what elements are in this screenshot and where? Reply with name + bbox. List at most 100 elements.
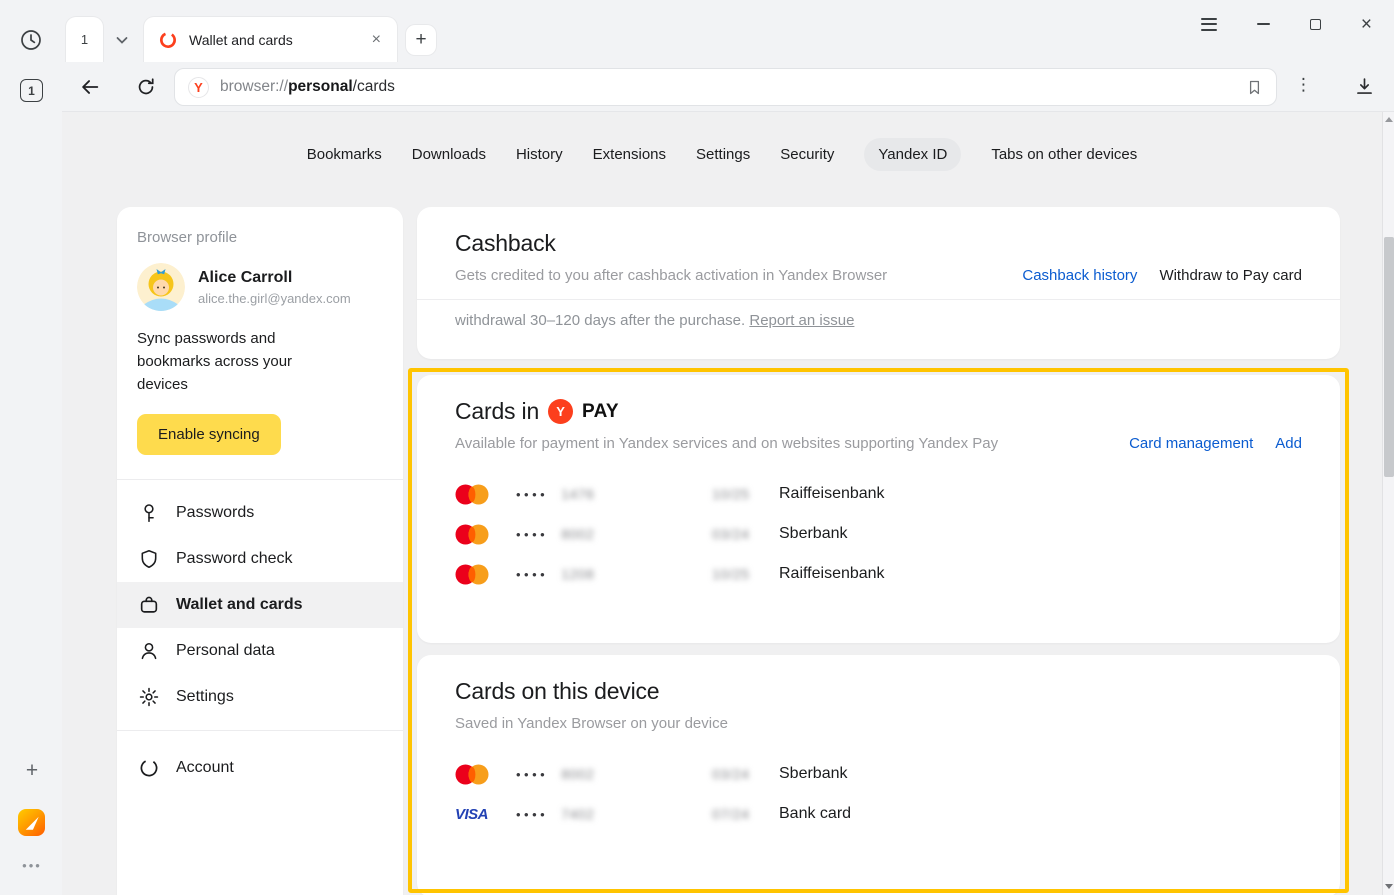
profile-name: Alice Carroll	[198, 269, 351, 287]
sidebar-item-label: Wallet and cards	[176, 596, 303, 614]
toolbar: Y browser://personal/cards ⋮	[62, 62, 1394, 112]
nav-settings[interactable]: Settings	[696, 138, 750, 171]
nav-history[interactable]: History	[516, 138, 563, 171]
enable-syncing-button[interactable]: Enable syncing	[137, 414, 281, 455]
card-number-blurred: 1476	[561, 486, 594, 502]
scrollbar-down-arrow-icon[interactable]	[1385, 884, 1393, 889]
yandex-pay-logo-icon: Y	[548, 399, 573, 424]
card-bank-name: Raiffeisenbank	[779, 485, 885, 503]
window-minimize-button[interactable]	[1257, 23, 1270, 25]
nav-security[interactable]: Security	[780, 138, 834, 171]
titlebar: 1 Wallet and cards × + ×	[62, 0, 1394, 62]
visa-icon: VISA	[455, 806, 497, 823]
back-button[interactable]	[79, 76, 101, 98]
cashback-card: Cashback Gets credited to you after cash…	[417, 207, 1340, 359]
profile-email: alice.the.girl@yandex.com	[198, 291, 351, 306]
shield-icon	[138, 548, 160, 570]
mastercard-icon	[455, 564, 497, 585]
history-clock-icon[interactable]	[19, 28, 43, 52]
page-scrollbar[interactable]	[1382, 112, 1394, 895]
nav-extensions[interactable]: Extensions	[593, 138, 666, 171]
browser-menu-icon[interactable]	[1201, 18, 1217, 31]
saved-card-row[interactable]: ••••1476 10/25 Raiffeisenbank	[455, 474, 1302, 514]
tab-group-badge[interactable]: 1	[66, 17, 103, 62]
card-bank-name: Sberbank	[779, 765, 848, 783]
rail-new-tab-button[interactable]: +	[20, 760, 44, 781]
window-maximize-button[interactable]	[1310, 19, 1321, 30]
sidebar-item-password-check[interactable]: Password check	[117, 536, 403, 582]
reload-button[interactable]	[135, 76, 157, 98]
downloads-icon[interactable]	[1354, 76, 1375, 97]
cards-in-yandex-pay-card: Cards in Y PAY Available for payment in …	[417, 375, 1340, 643]
browser-profile-card: Browser profile Alice Carroll	[117, 207, 403, 895]
card-bank-name: Sberbank	[779, 525, 848, 543]
nav-tabs-other-devices[interactable]: Tabs on other devices	[991, 138, 1137, 171]
sidebar-item-label: Password check	[176, 550, 293, 568]
yandex-browser-logo[interactable]	[18, 809, 45, 836]
scrollbar-up-arrow-icon[interactable]	[1385, 117, 1393, 122]
card-number-blurred: 8002	[561, 766, 594, 782]
sidebar-item-label: Passwords	[176, 504, 254, 522]
nav-bookmarks[interactable]: Bookmarks	[307, 138, 382, 171]
yandex-id-ring-icon	[138, 757, 160, 779]
key-icon	[138, 502, 160, 524]
scrollbar-thumb[interactable]	[1384, 237, 1394, 477]
toolbar-kebab-menu-icon[interactable]: ⋮	[1295, 75, 1309, 95]
bookmark-flag-icon[interactable]	[1246, 78, 1263, 97]
sidebar-item-label: Account	[176, 759, 234, 777]
cards-on-device-card: Cards on this device Saved in Yandex Bro…	[417, 655, 1340, 895]
saved-card-row[interactable]: ••••8002 03/24 Sberbank	[455, 754, 1302, 794]
card-mask-dots: ••••	[516, 528, 548, 541]
card-mask-dots: ••••	[516, 488, 548, 501]
card-mask-dots: ••••	[516, 808, 548, 821]
tab-group-chevron-down-icon[interactable]	[107, 27, 137, 53]
url-text: browser://personal/cards	[220, 78, 395, 96]
url-favicon-yandex-icon: Y	[188, 77, 209, 98]
card-expiry-blurred: 10/25	[712, 566, 779, 582]
avatar	[137, 263, 185, 311]
card-management-link[interactable]: Card management	[1129, 435, 1253, 452]
mastercard-icon	[455, 484, 497, 505]
nav-downloads[interactable]: Downloads	[412, 138, 486, 171]
window-close-button[interactable]: ×	[1361, 15, 1372, 34]
card-number-blurred: 8002	[561, 526, 594, 542]
sidebar-item-wallet-and-cards[interactable]: Wallet and cards	[117, 582, 403, 628]
rail-more-button[interactable]: •••	[14, 858, 50, 873]
tab-close-icon[interactable]: ×	[368, 30, 385, 50]
settings-nav: Bookmarks Downloads History Extensions S…	[62, 138, 1382, 171]
pay-cards-title: Cards in	[455, 398, 539, 425]
sidebar-item-label: Personal data	[176, 642, 275, 660]
profile-section-title: Browser profile	[137, 229, 383, 246]
nav-yandex-id[interactable]: Yandex ID	[864, 138, 961, 171]
card-number-blurred: 1208	[561, 566, 594, 582]
mastercard-icon	[455, 764, 497, 785]
device-cards-subtitle: Saved in Yandex Browser on your device	[455, 715, 1302, 732]
card-mask-dots: ••••	[516, 568, 548, 581]
saved-card-row[interactable]: ••••8002 03/24 Sberbank	[455, 514, 1302, 554]
profile-user: Alice Carroll alice.the.girl@yandex.com	[137, 263, 383, 311]
sidebar-item-personal-data[interactable]: Personal data	[117, 628, 403, 674]
cashback-history-link[interactable]: Cashback history	[1022, 267, 1137, 284]
add-card-link[interactable]: Add	[1275, 435, 1302, 452]
cashback-note: withdrawal 30–120 days after the purchas…	[417, 299, 1340, 329]
sidebar-item-passwords[interactable]: Passwords	[117, 490, 403, 536]
tab-counter-button[interactable]: 1	[20, 79, 43, 102]
saved-card-row[interactable]: VISA ••••7402 07/24 Bank card	[455, 794, 1302, 834]
url-bar[interactable]: Y browser://personal/cards	[174, 68, 1277, 106]
wallet-icon	[138, 594, 160, 616]
cashback-title: Cashback	[455, 230, 1302, 257]
sidebar-item-settings[interactable]: Settings	[117, 674, 403, 720]
active-tab[interactable]: Wallet and cards ×	[144, 17, 397, 62]
sidebar-item-label: Settings	[176, 688, 234, 706]
withdraw-to-pay-card-link[interactable]: Withdraw to Pay card	[1159, 267, 1302, 284]
mastercard-icon	[455, 524, 497, 545]
yandex-pay-wordmark: PAY	[582, 401, 619, 423]
report-an-issue-link[interactable]: Report an issue	[749, 312, 854, 329]
browser-side-rail: 1 + •••	[0, 0, 62, 895]
card-number-blurred: 7402	[561, 806, 594, 822]
sidebar-item-account[interactable]: Account	[117, 745, 403, 791]
card-expiry-blurred: 03/24	[712, 766, 779, 782]
card-bank-name: Bank card	[779, 805, 851, 823]
new-tab-button[interactable]: +	[406, 25, 436, 55]
saved-card-row[interactable]: ••••1208 10/25 Raiffeisenbank	[455, 554, 1302, 594]
